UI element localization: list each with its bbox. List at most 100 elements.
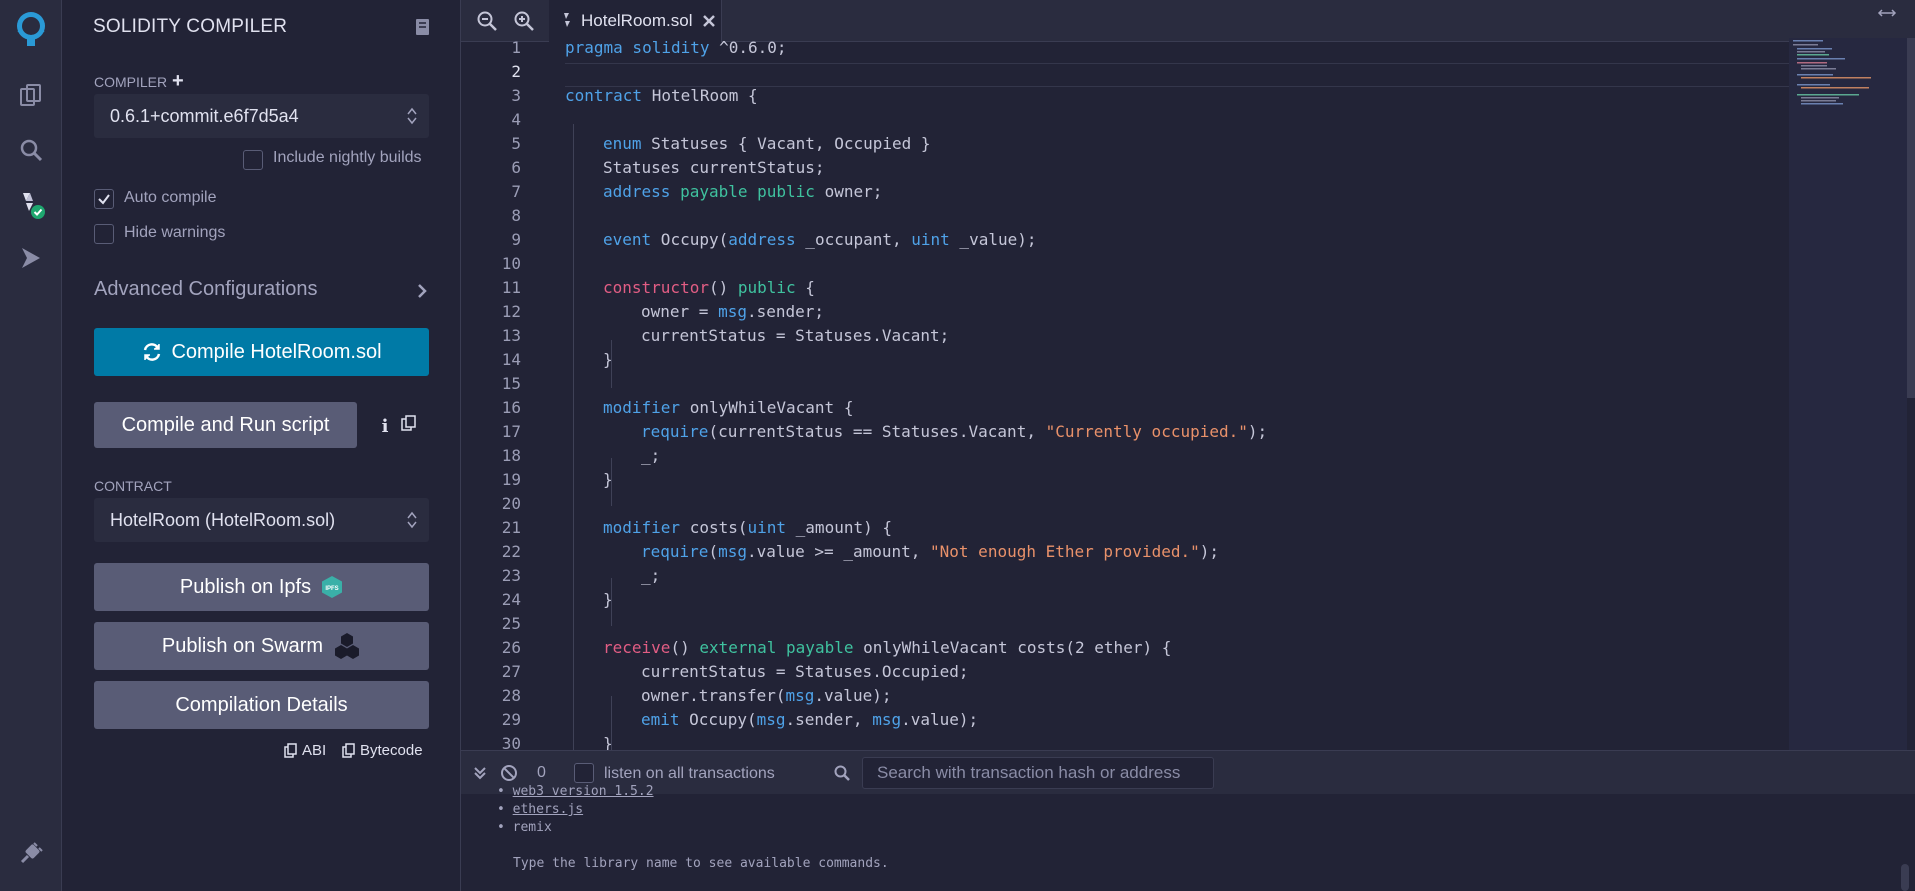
lib-link-ethers[interactable]: ethers.js [513, 802, 583, 817]
expand-horizontal-icon[interactable] [1877, 6, 1897, 20]
token: () [708, 278, 738, 297]
token: Occupy( [679, 710, 757, 729]
compile-button-label: Compile HotelRoom.sol [171, 340, 382, 363]
line-number: 8 [511, 206, 521, 225]
tx-search-placeholder: Search with transaction hash or address [877, 763, 1181, 782]
token: ( [708, 542, 719, 561]
token: .sender, [785, 710, 873, 729]
copy-icon [342, 742, 355, 758]
line-number: 10 [501, 254, 521, 273]
tab-hotelroom-sol[interactable]: HotelRoom.sol [549, 0, 722, 42]
code-line-23: _; [641, 566, 660, 590]
include-nightly-label: Include nightly builds [273, 149, 422, 166]
editor-scrollbar[interactable] [1907, 38, 1915, 398]
token: emit [641, 710, 680, 729]
zoom-out-icon[interactable] [476, 10, 498, 32]
chevron-double-down-icon[interactable] [473, 766, 487, 780]
publish-ipfs-button[interactable]: Publish on Ipfs IPFS [94, 563, 429, 611]
bytecode-label: Bytecode [360, 742, 423, 759]
listen-all-tx-checkbox[interactable] [574, 763, 594, 783]
search-icon[interactable] [14, 133, 48, 167]
line-number: 24 [501, 590, 521, 609]
token: pragma solidity [565, 38, 710, 57]
code-line-5: enum Statuses { Vacant, Occupied } [603, 134, 931, 158]
hide-warnings-checkbox[interactable] [94, 224, 114, 244]
publish-swarm-button[interactable]: Publish on Swarm [94, 622, 429, 670]
token: uint [911, 230, 950, 249]
abi-label: ABI [302, 742, 327, 759]
chevron-right-icon[interactable] [416, 283, 428, 299]
zoom-in-icon[interactable] [513, 10, 535, 32]
token: "Not enough Ether provided." [930, 542, 1200, 561]
remix-ide: SOLIDITY COMPILER COMPILER + 0.6.1+commi… [0, 0, 1915, 891]
listen-all-tx-label: listen on all transactions [604, 765, 775, 782]
copy-abi-button[interactable]: ABI [284, 742, 326, 759]
token: constructor [603, 278, 709, 297]
compile-run-script-button[interactable]: Compile and Run script [94, 402, 357, 448]
token: address [603, 182, 671, 201]
info-icon[interactable]: i [376, 416, 394, 437]
list-item: • web3 version 1.5.2 [497, 784, 654, 799]
token: currentStatus = Statuses.Vacant; [641, 326, 950, 345]
token: _; [641, 446, 661, 465]
lib-link-remix[interactable]: remix [513, 820, 552, 835]
line-number: 1 [511, 38, 521, 57]
file-explorer-icon[interactable] [14, 78, 48, 112]
deploy-run-icon[interactable] [14, 241, 48, 275]
terminal-scrollbar[interactable] [1901, 864, 1909, 891]
line-number: 9 [511, 230, 521, 249]
include-nightly-checkbox[interactable] [243, 150, 263, 170]
token: .sender; [746, 302, 825, 321]
solidity-compiler-icon[interactable] [14, 188, 48, 222]
token: msg [785, 686, 815, 705]
token: msg [718, 302, 747, 321]
code-line-26: receive() external payable onlyWhileVaca… [603, 638, 1171, 662]
token: currentStatus = Statuses.Occupied; [641, 662, 969, 681]
token: } [603, 350, 613, 369]
token: (currentStatus == Statuses.Vacant, [708, 422, 1046, 441]
contract-select[interactable]: HotelRoom (HotelRoom.sol) [94, 498, 429, 542]
terminal-output[interactable]: • web3 version 1.5.2 • ethers.js • remix… [461, 784, 1915, 891]
copy-bytecode-button[interactable]: Bytecode [342, 742, 423, 759]
code-line-13: currentStatus = Statuses.Vacant; [641, 326, 949, 350]
token: owner.transfer( [641, 686, 786, 705]
line-number: 11 [501, 278, 521, 297]
tab-label: HotelRoom.sol [581, 11, 693, 30]
compile-button[interactable]: Compile HotelRoom.sol [94, 328, 429, 376]
line-number: 3 [511, 86, 521, 105]
compiler-version-select[interactable]: 0.6.1+commit.e6f7d5a4 [94, 94, 429, 138]
auto-compile-checkbox[interactable] [94, 189, 114, 209]
code-line-7: address payable public owner; [603, 182, 882, 206]
token: uint [747, 518, 787, 537]
advanced-configurations-toggle[interactable]: Advanced Configurations [94, 278, 317, 301]
select-arrows-icon [407, 107, 417, 125]
code-line-14: } [603, 350, 613, 374]
code-line-17: require(currentStatus == Statuses.Vacant… [641, 422, 1267, 446]
remix-logo-icon[interactable] [13, 8, 49, 48]
current-line-highlight [565, 63, 1885, 87]
contract-value: HotelRoom (HotelRoom.sol) [110, 509, 336, 530]
close-icon[interactable] [701, 13, 717, 29]
token: } [603, 590, 613, 609]
clear-console-icon[interactable] [500, 764, 518, 782]
auto-compile-label: Auto compile [124, 189, 217, 206]
compilation-details-button[interactable]: Compilation Details [94, 681, 429, 729]
token: owner; [814, 182, 883, 201]
line-number: 22 [501, 542, 521, 561]
line-number: 21 [501, 518, 521, 537]
copy-icon[interactable] [400, 414, 418, 432]
tx-search-input[interactable]: Search with transaction hash or address [862, 757, 1214, 789]
ipfs-logo-icon: IPFS [322, 576, 343, 598]
compiler-label: COMPILER [94, 74, 168, 90]
line-number: 19 [501, 470, 521, 489]
editor-tabbar: HotelRoom.sol [461, 0, 1915, 42]
add-compiler-icon[interactable]: + [172, 70, 184, 93]
minimap[interactable] [1789, 38, 1907, 750]
select-arrows-icon [407, 511, 417, 529]
ipfs-badge-text: IPFS [325, 586, 338, 592]
documentation-icon[interactable] [415, 18, 431, 36]
token: { [795, 278, 815, 297]
code-line-27: currentStatus = Statuses.Occupied; [641, 662, 969, 686]
lib-link-web3[interactable]: web3 version 1.5.2 [513, 784, 654, 799]
plugin-manager-icon[interactable] [14, 836, 48, 870]
